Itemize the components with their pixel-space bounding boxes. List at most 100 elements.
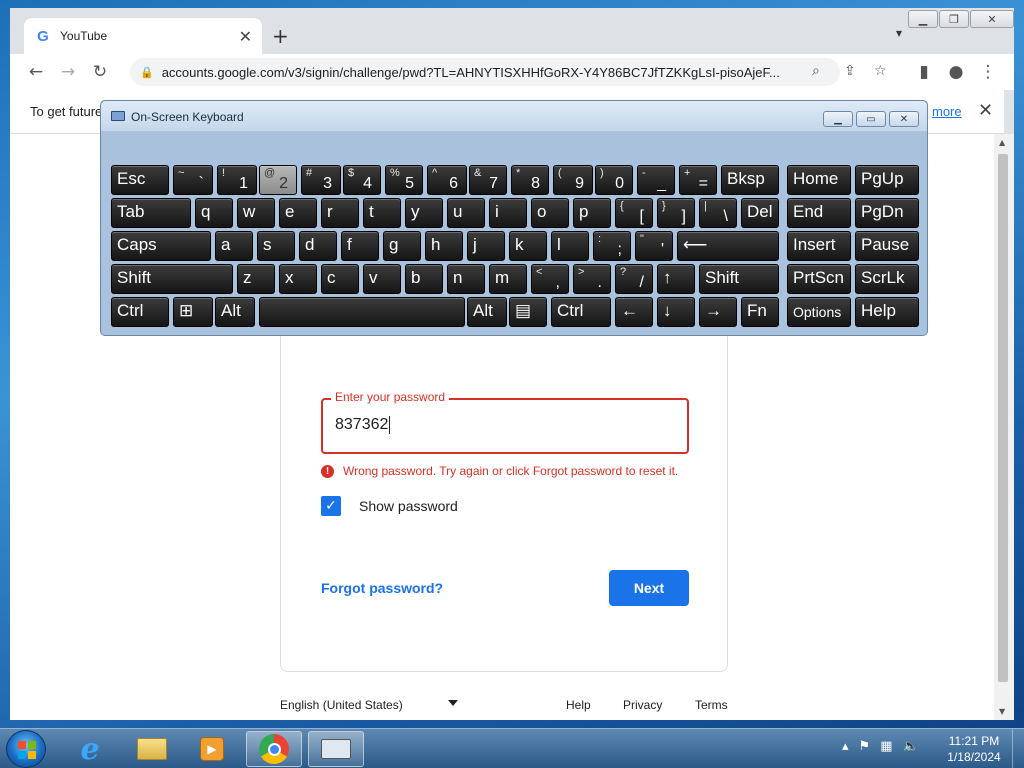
help-link[interactable]: Help xyxy=(566,698,591,712)
clock[interactable]: 11:21 PM 1/18/2024 xyxy=(944,733,1004,765)
osk-minimize-button[interactable]: ▁ xyxy=(823,111,853,127)
osk-key-4[interactable]: $4 xyxy=(343,165,381,195)
osk-key-minus[interactable]: - _ xyxy=(637,165,675,195)
scroll-up-icon[interactable]: ▲ xyxy=(999,138,1005,147)
close-tab-icon[interactable]: ✕ xyxy=(239,27,252,46)
osk-key-right[interactable]: → xyxy=(699,297,737,327)
password-input-value[interactable]: 837362 xyxy=(335,416,391,434)
osk-key-k[interactable]: k xyxy=(509,231,547,261)
osk-key-7[interactable]: & 7 xyxy=(469,165,507,195)
osk-key-fn[interactable]: Fn xyxy=(741,297,779,327)
osk-key-h[interactable]: h xyxy=(425,231,463,261)
osk-key-equals[interactable]: + = xyxy=(679,165,717,195)
taskbar-chrome[interactable] xyxy=(246,731,302,767)
password-field[interactable]: Enter your password 837362 xyxy=(321,390,689,454)
osk-key-menu[interactable]: ▤ xyxy=(509,297,547,327)
osk-key-period[interactable]: >. xyxy=(573,264,611,294)
osk-key-del[interactable]: Del xyxy=(741,198,779,228)
osk-key-bksp[interactable]: Bksp xyxy=(721,165,779,195)
osk-key-left[interactable]: ← xyxy=(615,297,653,327)
osk-key-l[interactable]: l xyxy=(551,231,589,261)
osk-key-1[interactable]: ! 1 xyxy=(217,165,257,195)
osk-key-n[interactable]: n xyxy=(447,264,485,294)
osk-key-pgup[interactable]: PgUp xyxy=(855,165,919,195)
forgot-password-link[interactable]: Forgot password? xyxy=(321,580,443,596)
back-arrow-icon[interactable]: ← xyxy=(24,60,48,84)
osk-key-lbracket[interactable]: {[ xyxy=(615,198,653,228)
osk-key-a[interactable]: a xyxy=(215,231,253,261)
osk-key-scrlk[interactable]: ScrLk xyxy=(855,264,919,294)
osk-key-w[interactable]: w xyxy=(237,198,275,228)
tab-youtube[interactable]: G YouTube ✕ xyxy=(24,18,262,54)
share-icon[interactable]: ⇪ xyxy=(844,63,856,79)
osk-key-q[interactable]: q xyxy=(195,198,233,228)
osk-key-lalt[interactable]: Alt xyxy=(215,297,255,327)
tray-expand-icon[interactable]: ▴ xyxy=(842,739,849,754)
osk-key-g[interactable]: g xyxy=(383,231,421,261)
close-infobar-icon[interactable]: ✕ xyxy=(978,100,993,121)
osk-key-p[interactable]: p xyxy=(573,198,611,228)
next-button[interactable]: Next xyxy=(609,570,689,606)
osk-key-down[interactable]: ↓ xyxy=(657,297,695,327)
osk-key-lshift[interactable]: Shift xyxy=(111,264,233,294)
osk-key-u[interactable]: u xyxy=(447,198,485,228)
osk-key-8[interactable]: * 8 xyxy=(511,165,549,195)
osk-key-end[interactable]: End xyxy=(787,198,851,228)
address-bar[interactable]: 🔒 accounts.google.com/v3/signin/challeng… xyxy=(130,58,887,86)
osk-key-2[interactable]: @2 xyxy=(259,165,297,195)
profile-avatar-icon[interactable]: ● xyxy=(944,60,968,84)
osk-key-x[interactable]: x xyxy=(279,264,317,294)
show-password-checkbox[interactable]: ✓ Show password xyxy=(321,496,458,516)
privacy-link[interactable]: Privacy xyxy=(623,698,662,712)
osk-key-pause[interactable]: Pause xyxy=(855,231,919,261)
taskbar-internet-explorer[interactable]: e xyxy=(62,731,118,767)
osk-key-insert[interactable]: Insert xyxy=(787,231,851,261)
osk-key-0[interactable]: ) 0 xyxy=(595,165,633,195)
osk-key-m[interactable]: m xyxy=(489,264,527,294)
osk-key-o[interactable]: o xyxy=(531,198,569,228)
osk-key-6[interactable]: ^ 6 xyxy=(427,165,467,195)
osk-key-c[interactable]: c xyxy=(321,264,359,294)
show-password-label[interactable]: Show password xyxy=(359,498,458,514)
osk-key-5[interactable]: % 5 xyxy=(385,165,423,195)
osk-key-v[interactable]: v xyxy=(363,264,401,294)
osk-key-quote[interactable]: " ' xyxy=(635,231,673,261)
osk-key-help[interactable]: Help xyxy=(855,297,919,327)
osk-key-enter[interactable]: ⟵ xyxy=(677,231,779,261)
osk-key-options[interactable]: Options xyxy=(787,297,851,327)
scroll-down-icon[interactable]: ▼ xyxy=(999,707,1005,716)
osk-key-up[interactable]: ↑ xyxy=(657,264,695,294)
taskbar-media-player[interactable]: ▶ xyxy=(184,731,240,767)
forward-arrow-icon[interactable]: → xyxy=(56,60,80,84)
osk-key-tab[interactable]: Tab xyxy=(111,198,191,228)
osk-key-lctrl[interactable]: Ctrl xyxy=(111,297,169,327)
start-button[interactable] xyxy=(6,730,46,768)
menu-kebab-icon[interactable]: ⋮ xyxy=(976,60,1000,84)
osk-key-t[interactable]: t xyxy=(363,198,401,228)
osk-key-rshift[interactable]: Shift xyxy=(699,264,779,294)
osk-key-home[interactable]: Home xyxy=(787,165,851,195)
osk-key-rctrl[interactable]: Ctrl xyxy=(551,297,611,327)
action-center-flag-icon[interactable]: ⚑ xyxy=(859,739,871,754)
osk-key-win[interactable]: ⊞ xyxy=(173,297,213,327)
osk-key-caps[interactable]: Caps xyxy=(111,231,211,261)
restore-button[interactable]: ❐ xyxy=(939,10,969,28)
osk-key-rbracket[interactable]: }] xyxy=(657,198,695,228)
osk-key-backtick[interactable]: ~ ` xyxy=(173,165,213,195)
osk-close-button[interactable]: ✕ xyxy=(889,111,919,127)
url-text[interactable]: accounts.google.com/v3/signin/challenge/… xyxy=(162,65,802,80)
reload-icon[interactable]: ↻ xyxy=(88,60,112,84)
network-icon[interactable]: ▦ xyxy=(880,739,892,754)
bookmark-star-icon[interactable]: ☆ xyxy=(874,63,887,79)
infobar-learn-more-link[interactable]: more xyxy=(932,104,962,119)
volume-muted-icon[interactable]: 🔈 xyxy=(902,739,918,754)
show-desktop-button[interactable] xyxy=(1012,729,1024,768)
osk-key-semicolon[interactable]: :; xyxy=(593,231,631,261)
minimize-button[interactable]: ▁ xyxy=(908,10,938,28)
osk-key-s[interactable]: s xyxy=(257,231,295,261)
taskbar-on-screen-keyboard[interactable] xyxy=(308,731,364,767)
osk-key-space[interactable] xyxy=(259,297,465,327)
osk-key-prtscn[interactable]: PrtScn xyxy=(787,264,851,294)
page-scrollbar[interactable]: ▲ ▼ xyxy=(994,134,1014,720)
search-icon[interactable]: ⌕ xyxy=(812,63,820,79)
